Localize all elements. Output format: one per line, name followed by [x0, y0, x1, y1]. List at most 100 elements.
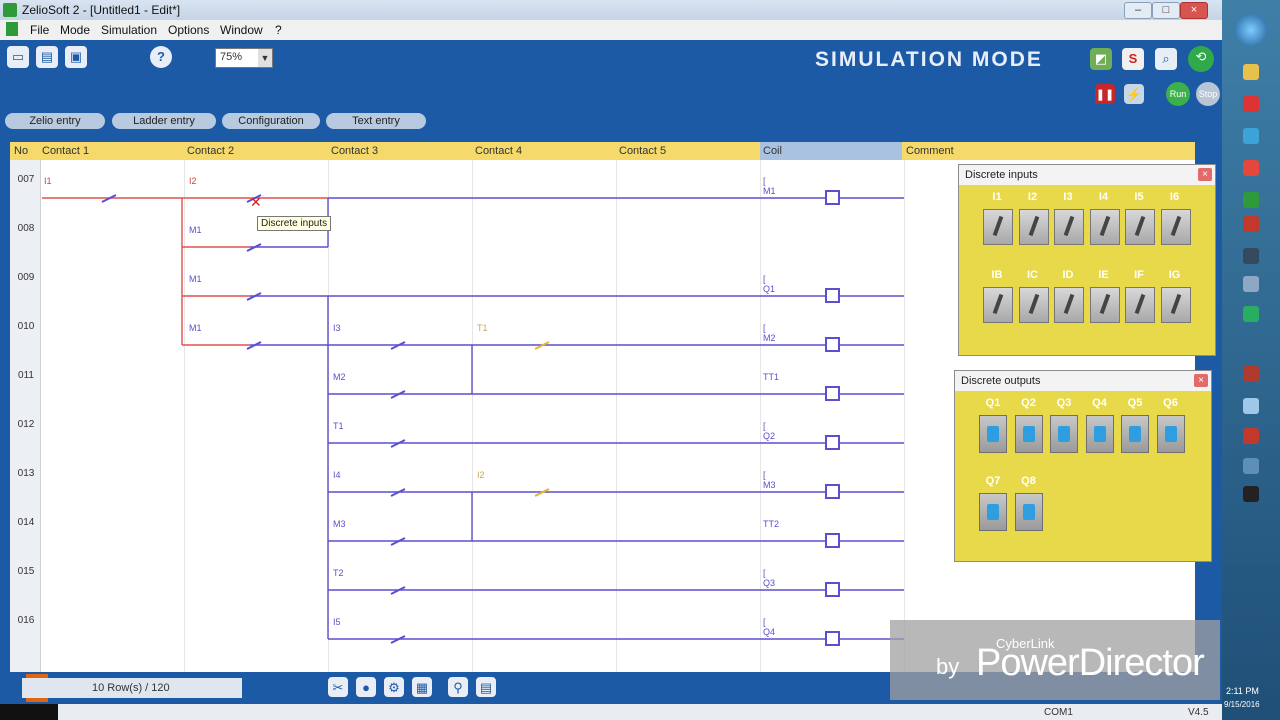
folder-icon[interactable]: [1243, 64, 1259, 80]
coil-symbol[interactable]: [825, 288, 840, 303]
input-switch[interactable]: [1054, 209, 1084, 245]
app-icon[interactable]: [1243, 486, 1259, 502]
input-switch[interactable]: [1018, 209, 1049, 245]
close-icon[interactable]: ×: [1198, 168, 1212, 181]
contact-label: T1: [477, 323, 488, 333]
coil-symbol[interactable]: [825, 484, 840, 499]
com-port: COM1: [1044, 707, 1073, 718]
menu-help[interactable]: ?: [275, 23, 282, 37]
doc-icon: [6, 22, 18, 36]
input-switch[interactable]: [983, 287, 1013, 323]
close-button[interactable]: ×: [1180, 2, 1208, 19]
cut-icon[interactable]: ✂: [328, 677, 348, 697]
discrete-outputs-title: Discrete outputs: [961, 375, 1041, 387]
zoom-select[interactable]: 75% ▼: [215, 48, 273, 68]
contact-label: I5: [333, 617, 341, 627]
input-switch[interactable]: [1125, 209, 1155, 245]
stop-button[interactable]: Stop: [1196, 82, 1220, 106]
simulation-toggle-icon[interactable]: ⟲: [1188, 46, 1214, 72]
input-switch[interactable]: [1160, 209, 1191, 245]
menu-options[interactable]: Options: [168, 23, 209, 37]
app-icon[interactable]: [1243, 192, 1259, 208]
contact-label: I1: [44, 176, 52, 186]
run-button[interactable]: Run: [1166, 82, 1190, 106]
maximize-button[interactable]: □: [1152, 2, 1180, 19]
new-file-icon[interactable]: ▭: [7, 46, 29, 68]
app-icon[interactable]: [1243, 248, 1259, 264]
output-label: Q2: [1021, 397, 1036, 409]
save-icon[interactable]: ▣: [65, 46, 87, 68]
input-switch[interactable]: [983, 209, 1013, 245]
browser-icon[interactable]: [1243, 160, 1259, 176]
contact-label: I2: [477, 470, 485, 480]
minimize-button[interactable]: –: [1124, 2, 1152, 19]
simulation-mode-label: SIMULATION MODE: [815, 48, 1043, 71]
coil-label: [ M1: [763, 176, 776, 196]
tab-zelio-entry[interactable]: Zelio entry: [5, 113, 105, 129]
cursor-marker-icon: ✕: [250, 194, 262, 210]
coil-label: TT1: [763, 372, 780, 382]
output-lamp: [979, 415, 1007, 453]
coil-label: [ Q3: [763, 568, 776, 588]
coil-symbol[interactable]: [825, 386, 840, 401]
contact-label: M1: [189, 274, 202, 284]
input-switch[interactable]: [1018, 287, 1049, 323]
app-icon[interactable]: [1243, 306, 1259, 322]
app-icon[interactable]: [1243, 428, 1259, 444]
search-icon[interactable]: ⌕: [1155, 48, 1177, 70]
coil-symbol[interactable]: [825, 582, 840, 597]
print-icon[interactable]: ▤: [476, 677, 496, 697]
app-icon[interactable]: [1243, 96, 1259, 112]
input-switch[interactable]: [1089, 209, 1120, 245]
input-switch[interactable]: [1089, 287, 1120, 323]
coil-symbol[interactable]: [825, 337, 840, 352]
app-icon[interactable]: [1243, 276, 1259, 292]
power-icon[interactable]: ⚡: [1124, 84, 1144, 104]
menu-simulation[interactable]: Simulation: [101, 23, 157, 37]
input-label: I4: [1098, 191, 1109, 203]
tab-ladder-entry[interactable]: Ladder entry: [112, 113, 216, 129]
app-icon[interactable]: [1243, 128, 1259, 144]
settings-icon[interactable]: ⚙: [384, 677, 404, 697]
output-label: Q8: [1021, 475, 1036, 487]
output-label: Q7: [985, 475, 1001, 487]
menu-window[interactable]: Window: [220, 23, 263, 37]
output-lamp: [1050, 415, 1078, 453]
app-icon[interactable]: [1243, 216, 1259, 232]
coil-symbol[interactable]: [825, 435, 840, 450]
tab-configuration[interactable]: Configuration: [222, 113, 320, 129]
pause-icon[interactable]: ❚❚: [1095, 84, 1115, 104]
chart-icon[interactable]: ◩: [1090, 48, 1112, 70]
start-icon[interactable]: [1235, 14, 1267, 46]
input-switch[interactable]: [1125, 287, 1155, 323]
coil-label: [ M2: [763, 323, 776, 343]
close-icon[interactable]: ×: [1194, 374, 1208, 387]
page-icon[interactable]: ▦: [412, 677, 432, 697]
open-file-icon[interactable]: ▤: [36, 46, 58, 68]
contact-label: I3: [333, 323, 341, 333]
coil-symbol[interactable]: [825, 631, 840, 646]
input-switch[interactable]: [1054, 287, 1084, 323]
help-icon[interactable]: ?: [150, 46, 172, 68]
app-icon[interactable]: [1243, 366, 1259, 382]
chevron-down-icon: ▼: [258, 49, 272, 67]
output-lamp: [1014, 493, 1043, 531]
clock-time: 2:11 PM: [1226, 686, 1259, 696]
input-label: I6: [1169, 191, 1180, 203]
coil-symbol[interactable]: [825, 190, 840, 205]
menu-file[interactable]: File: [30, 23, 49, 37]
record-icon[interactable]: ●: [356, 677, 376, 697]
input-label: I3: [1063, 191, 1073, 203]
tab-text-entry[interactable]: Text entry: [326, 113, 426, 129]
contact-label: M2: [333, 372, 346, 382]
s-button[interactable]: S: [1122, 48, 1144, 70]
ladder-editor: No Contact 1 Contact 2 Contact 3 Contact…: [0, 132, 1222, 672]
menu-mode[interactable]: Mode: [60, 23, 90, 37]
row-count: 10 Row(s) / 120: [22, 678, 242, 698]
coil-symbol[interactable]: [825, 533, 840, 548]
binoculars-icon[interactable]: ⚲: [448, 677, 468, 697]
app-icon[interactable]: [1243, 398, 1259, 414]
output-lamp: [1085, 415, 1114, 453]
input-switch[interactable]: [1160, 287, 1191, 323]
app-icon[interactable]: [1243, 458, 1259, 474]
